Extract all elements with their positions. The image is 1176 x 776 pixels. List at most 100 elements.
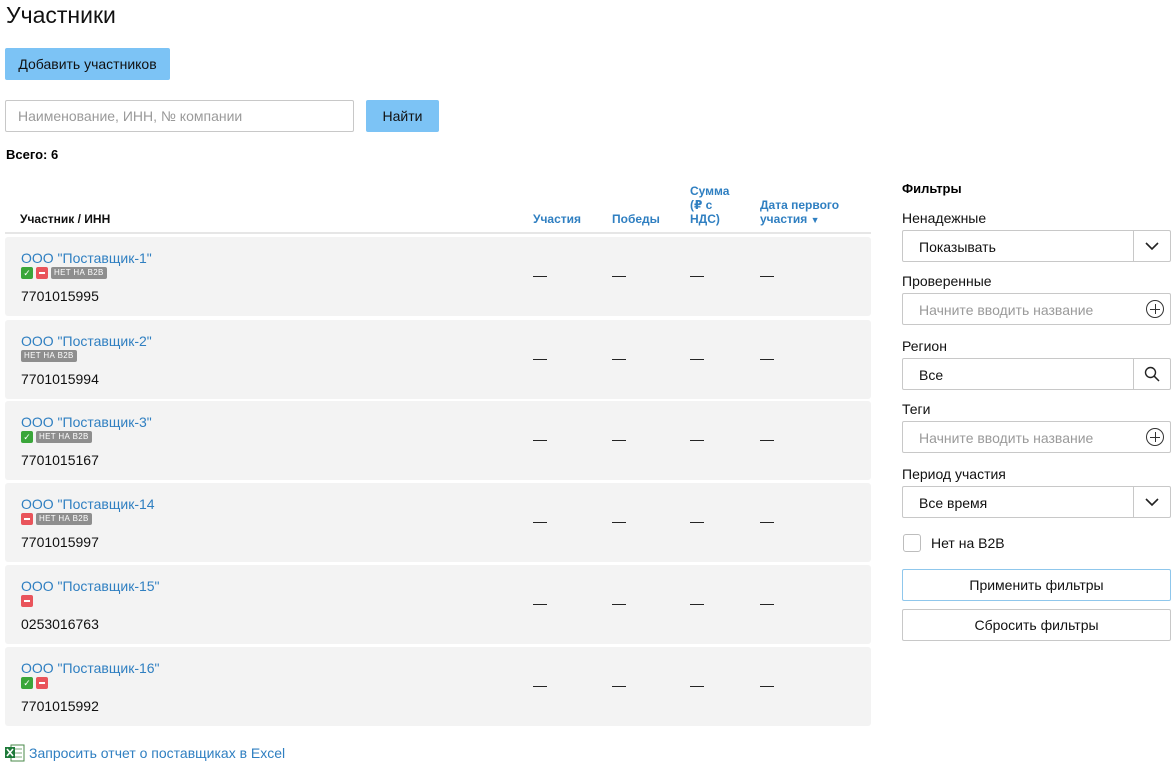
sum-value: —: [690, 513, 704, 529]
filter-no-b2b-checkbox[interactable]: Нет на B2B: [903, 534, 1005, 552]
first-date-value: —: [760, 267, 774, 283]
table-header-divider: [5, 232, 871, 234]
filter-verified-input[interactable]: Начните вводить название: [902, 293, 1171, 325]
participations-value: —: [533, 267, 547, 283]
no-b2b-badge: НЕТ НА B2B: [51, 267, 107, 279]
filter-period-label: Период участия: [902, 466, 1006, 482]
table-row: ООО "Поставщик-1" ✓ НЕТ НА B2B 7701015995 — —…: [5, 237, 871, 316]
participant-inn: 0253016763: [21, 616, 99, 632]
filter-unreliable-select[interactable]: Показывать: [902, 230, 1171, 262]
unreliable-minus-icon: [36, 267, 48, 279]
filter-region-input[interactable]: Все: [902, 358, 1171, 390]
reset-filters-button[interactable]: Сбросить фильтры: [902, 609, 1171, 641]
filter-unreliable-label: Ненадежные: [902, 210, 987, 226]
no-b2b-badge: НЕТ НА B2B: [36, 513, 92, 525]
first-date-value: —: [760, 513, 774, 529]
wins-value: —: [612, 513, 626, 529]
participant-name-link[interactable]: ООО "Поставщик-15": [21, 578, 160, 594]
filter-region-value: Все: [919, 367, 944, 383]
participations-value: —: [533, 595, 547, 611]
participant-inn: 7701015167: [21, 452, 99, 468]
filter-period-select[interactable]: Все время: [902, 486, 1171, 518]
wins-value: —: [612, 595, 626, 611]
unreliable-minus-icon: [36, 677, 48, 689]
total-count: Всего: 6: [6, 147, 59, 162]
column-header-participations[interactable]: Участия: [533, 212, 581, 226]
search-input[interactable]: [5, 100, 354, 132]
verified-check-icon: ✓: [21, 431, 33, 443]
first-date-value: —: [760, 431, 774, 447]
participant-name-link[interactable]: ООО "Поставщик-14: [21, 496, 155, 512]
participant-name-link[interactable]: ООО "Поставщик-3": [21, 414, 152, 430]
filter-period-value: Все время: [919, 495, 988, 511]
add-circle-icon[interactable]: [1146, 428, 1164, 446]
sum-value: —: [690, 431, 704, 447]
unreliable-minus-icon: [21, 595, 33, 607]
verified-check-icon: ✓: [21, 677, 33, 689]
column-header-sum[interactable]: Сумма (₽ с НДС): [690, 184, 740, 226]
add-circle-icon[interactable]: [1146, 300, 1164, 318]
table-row: ООО "Поставщик-3" ✓ НЕТ НА B2B 7701015167 — —…: [5, 401, 871, 480]
verified-check-icon: ✓: [21, 267, 33, 279]
sum-value: —: [690, 350, 704, 366]
participant-inn: 7701015997: [21, 534, 99, 550]
participant-badges: НЕТ НА B2B: [21, 513, 92, 525]
filters-title: Фильтры: [902, 181, 962, 196]
wins-value: —: [612, 431, 626, 447]
participant-badges: [21, 595, 33, 607]
sum-value: —: [690, 267, 704, 283]
participant-inn: 7701015992: [21, 698, 99, 714]
wins-value: —: [612, 677, 626, 693]
find-button[interactable]: Найти: [366, 100, 439, 132]
column-header-first-date[interactable]: Дата первого участия ▼: [760, 198, 850, 227]
participant-inn: 7701015994: [21, 371, 99, 387]
checkbox-box[interactable]: [903, 534, 921, 552]
search-icon[interactable]: [1133, 359, 1170, 389]
excel-icon: [5, 744, 25, 762]
first-date-value: —: [760, 595, 774, 611]
column-header-first-date-label: Дата первого участия: [760, 198, 840, 226]
participations-value: —: [533, 513, 547, 529]
first-date-value: —: [760, 677, 774, 693]
participations-value: —: [533, 350, 547, 366]
excel-report-label: Запросить отчет о поставщиках в Excel: [29, 745, 286, 761]
chevron-down-icon: [1133, 487, 1170, 517]
participant-name-link[interactable]: ООО "Поставщик-2": [21, 333, 152, 349]
filter-no-b2b-label: Нет на B2B: [931, 535, 1005, 551]
excel-report-link[interactable]: Запросить отчет о поставщиках в Excel: [5, 744, 285, 762]
wins-value: —: [612, 267, 626, 283]
participant-badges: ✓ НЕТ НА B2B: [21, 431, 92, 443]
participant-name-link[interactable]: ООО "Поставщик-1": [21, 250, 152, 266]
filter-verified-label: Проверенные: [902, 273, 992, 289]
sum-value: —: [690, 677, 704, 693]
participant-badges: НЕТ НА B2B: [21, 350, 77, 362]
sum-value: —: [690, 595, 704, 611]
add-participants-button[interactable]: Добавить участников: [5, 48, 170, 80]
participant-inn: 7701015995: [21, 288, 99, 304]
column-header-participant: Участник / ИНН: [20, 212, 111, 226]
filter-verified-placeholder: Начните вводить название: [919, 302, 1094, 318]
table-row: ООО "Поставщик-2" НЕТ НА B2B 7701015994 — — —…: [5, 320, 871, 399]
participations-value: —: [533, 431, 547, 447]
wins-value: —: [612, 350, 626, 366]
participant-name-link[interactable]: ООО "Поставщик-16": [21, 660, 160, 676]
sort-desc-icon: ▼: [810, 215, 820, 225]
participant-badges: ✓ НЕТ НА B2B: [21, 267, 107, 279]
apply-filters-button[interactable]: Применить фильтры: [902, 569, 1171, 601]
no-b2b-badge: НЕТ НА B2B: [21, 350, 77, 362]
first-date-value: —: [760, 350, 774, 366]
table-row: ООО "Поставщик-15" 0253016763 — — — —: [5, 565, 871, 644]
table-row: ООО "Поставщик-16" ✓ 7701015992 — — — —: [5, 647, 871, 726]
filter-tags-placeholder: Начните вводить название: [919, 430, 1094, 446]
column-header-wins[interactable]: Победы: [612, 212, 660, 226]
filter-unreliable-value: Показывать: [919, 239, 996, 255]
filter-region-label: Регион: [902, 338, 947, 354]
page-title: Участники: [6, 2, 116, 28]
filter-tags-input[interactable]: Начните вводить название: [902, 421, 1171, 453]
table-row: ООО "Поставщик-14 НЕТ НА B2B 7701015997 — — —…: [5, 483, 871, 562]
participations-value: —: [533, 677, 547, 693]
chevron-down-icon: [1133, 231, 1170, 261]
unreliable-minus-icon: [21, 513, 33, 525]
no-b2b-badge: НЕТ НА B2B: [36, 431, 92, 443]
filter-tags-label: Теги: [902, 401, 931, 417]
